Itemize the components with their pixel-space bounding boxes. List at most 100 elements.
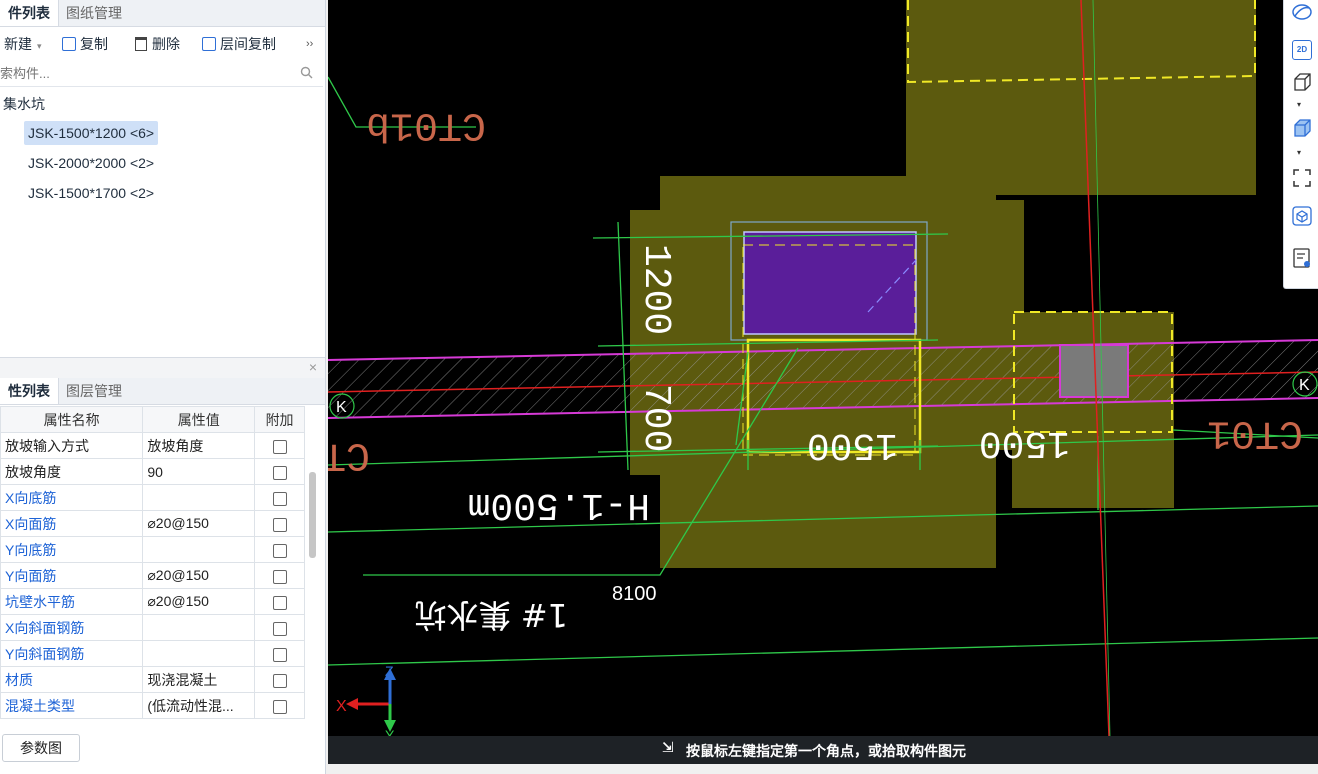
header-value: 属性值	[142, 406, 256, 433]
prop-value[interactable]: 现浇混凝土	[142, 666, 256, 693]
extra-checkbox[interactable]	[272, 595, 287, 610]
tree-item[interactable]: JSK-1500*1700 <2>	[24, 181, 158, 205]
tab-layer-management[interactable]: 图层管理	[58, 378, 130, 404]
prop-value[interactable]: ⌀20@150	[142, 588, 256, 615]
new-button[interactable]: 新建 ▾	[4, 34, 42, 54]
prop-name: 放坡角度	[0, 458, 144, 485]
floor-copy-label: 层间复制	[220, 36, 276, 52]
panel-splitter[interactable]: ×	[0, 357, 325, 378]
table-row[interactable]: 放坡输入方式 放坡角度	[0, 432, 305, 459]
component-tabbar: 件列表 图纸管理	[0, 0, 325, 27]
delete-button[interactable]: 删除	[135, 34, 180, 54]
property-table: 属性名称 属性值 附加 放坡输入方式 放坡角度 放坡角度 90 X向底筋 X向面筋 ⌀…	[0, 406, 305, 719]
view-3d-box-icon[interactable]	[1292, 206, 1312, 226]
property-view-icon[interactable]	[1292, 248, 1312, 268]
prop-name: X向斜面钢筋	[0, 614, 144, 641]
table-header: 属性名称 属性值 附加	[0, 406, 305, 433]
prop-value[interactable]: 放坡角度	[142, 432, 256, 459]
more-button[interactable]: ››	[306, 34, 313, 54]
table-row[interactable]: Y向面筋 ⌀20@150	[0, 562, 305, 589]
extra-cell	[254, 536, 305, 563]
property-scrollbar[interactable]	[309, 472, 316, 558]
tree-root-sump[interactable]: 集水坑	[3, 94, 45, 114]
extra-checkbox[interactable]	[272, 569, 287, 584]
prop-value[interactable]: 90	[142, 458, 256, 485]
chevron-down-icon[interactable]: ▾	[1297, 100, 1301, 109]
table-row[interactable]: Y向底筋	[0, 536, 305, 563]
prop-name: Y向斜面钢筋	[0, 640, 144, 667]
label-ct01b: CT01b	[366, 101, 486, 146]
extra-checkbox[interactable]	[272, 491, 287, 506]
prop-value[interactable]	[142, 536, 256, 563]
label-dim-700: 700	[634, 384, 677, 452]
label-dim-1500-b: 1500	[979, 421, 1070, 464]
property-tabbar: 性列表 图层管理	[0, 378, 325, 405]
tab-component-list[interactable]: 件列表	[0, 0, 59, 26]
shrink-icon: ⇲	[662, 739, 674, 755]
prop-name: 材质	[0, 666, 144, 693]
prop-value[interactable]	[142, 484, 256, 511]
table-row[interactable]: 材质 现浇混凝土	[0, 666, 305, 693]
copy-button[interactable]: 复制	[62, 34, 108, 54]
table-row[interactable]: X向斜面钢筋	[0, 614, 305, 641]
left-panel: 件列表 图纸管理 新建 ▾ 复制 删除 层间复制 ›› 集水坑 JSK-1500*…	[0, 0, 326, 774]
orbit-icon[interactable]	[1292, 2, 1312, 22]
param-diagram-button[interactable]: 参数图	[2, 734, 80, 762]
component-toolbar: 新建 ▾ 复制 删除 层间复制 ››	[0, 30, 325, 58]
bottom-strip	[328, 764, 1318, 774]
prop-value[interactable]: (低流动性混...	[142, 692, 256, 719]
fullscreen-icon[interactable]	[1292, 168, 1312, 188]
copy-label: 复制	[80, 36, 108, 52]
table-row[interactable]: X向面筋 ⌀20@150	[0, 510, 305, 537]
prop-value[interactable]: ⌀20@150	[142, 562, 256, 589]
extra-checkbox[interactable]	[272, 439, 287, 454]
new-label: 新建	[4, 36, 32, 52]
prop-value[interactable]	[142, 640, 256, 667]
extra-checkbox[interactable]	[272, 543, 287, 558]
prop-name: 混凝土类型	[0, 692, 144, 719]
view-2d-icon[interactable]: 2D	[1292, 40, 1312, 60]
extra-checkbox[interactable]	[272, 647, 287, 662]
prop-value[interactable]: ⌀20@150	[142, 510, 256, 537]
extra-checkbox[interactable]	[272, 699, 287, 714]
copy-icon	[62, 37, 76, 51]
pit-purple-area	[743, 231, 917, 335]
header-name: 属性名称	[0, 406, 144, 433]
table-row[interactable]: X向底筋	[0, 484, 305, 511]
floor-copy-button[interactable]: 层间复制	[202, 34, 276, 54]
axis-gizmo: X Z Y	[336, 663, 396, 736]
cube-solid-icon[interactable]	[1292, 118, 1312, 138]
label-axis-x: X	[336, 698, 347, 715]
extra-checkbox[interactable]	[272, 673, 287, 688]
drawing-canvas[interactable]: CT01b CT01 CT 1200 700 1500 1500 H-1.500…	[328, 0, 1318, 736]
close-icon[interactable]: ×	[309, 359, 317, 375]
prop-name: 坑壁水平筋	[0, 588, 144, 615]
extra-checkbox[interactable]	[272, 465, 287, 480]
tree-item[interactable]: JSK-2000*2000 <2>	[24, 151, 158, 175]
prop-name: Y向底筋	[0, 536, 144, 563]
table-row[interactable]: 放坡角度 90	[0, 458, 305, 485]
extra-checkbox[interactable]	[272, 517, 287, 532]
extra-cell	[254, 666, 305, 693]
view-toolbar: 2D ▾ ▾	[1283, 0, 1318, 289]
table-row[interactable]: 混凝土类型 (低流动性混...	[0, 692, 305, 719]
label-axis-z: Z	[385, 663, 394, 679]
chevron-down-icon[interactable]: ▾	[1297, 148, 1301, 157]
tree-item[interactable]: JSK-1500*1200 <6>	[24, 121, 159, 145]
tab-property-list[interactable]: 性列表	[0, 378, 59, 404]
status-message: 按鼠标左键指定第一个角点，或拾取构件图元	[686, 743, 966, 759]
extra-cell	[254, 484, 305, 511]
extra-cell	[254, 614, 305, 641]
tab-drawing-management[interactable]: 图纸管理	[58, 0, 130, 26]
prop-name: Y向面筋	[0, 562, 144, 589]
search-icon[interactable]	[300, 66, 313, 79]
cube-icon[interactable]	[1292, 72, 1312, 92]
extra-checkbox[interactable]	[272, 621, 287, 636]
label-axis-k-right: K	[1299, 377, 1310, 394]
extra-cell	[254, 432, 305, 459]
table-row[interactable]: 坑壁水平筋 ⌀20@150	[0, 588, 305, 615]
search-input[interactable]	[0, 62, 290, 84]
table-row[interactable]: Y向斜面钢筋	[0, 640, 305, 667]
prop-name: X向面筋	[0, 510, 144, 537]
prop-value[interactable]	[142, 614, 256, 641]
